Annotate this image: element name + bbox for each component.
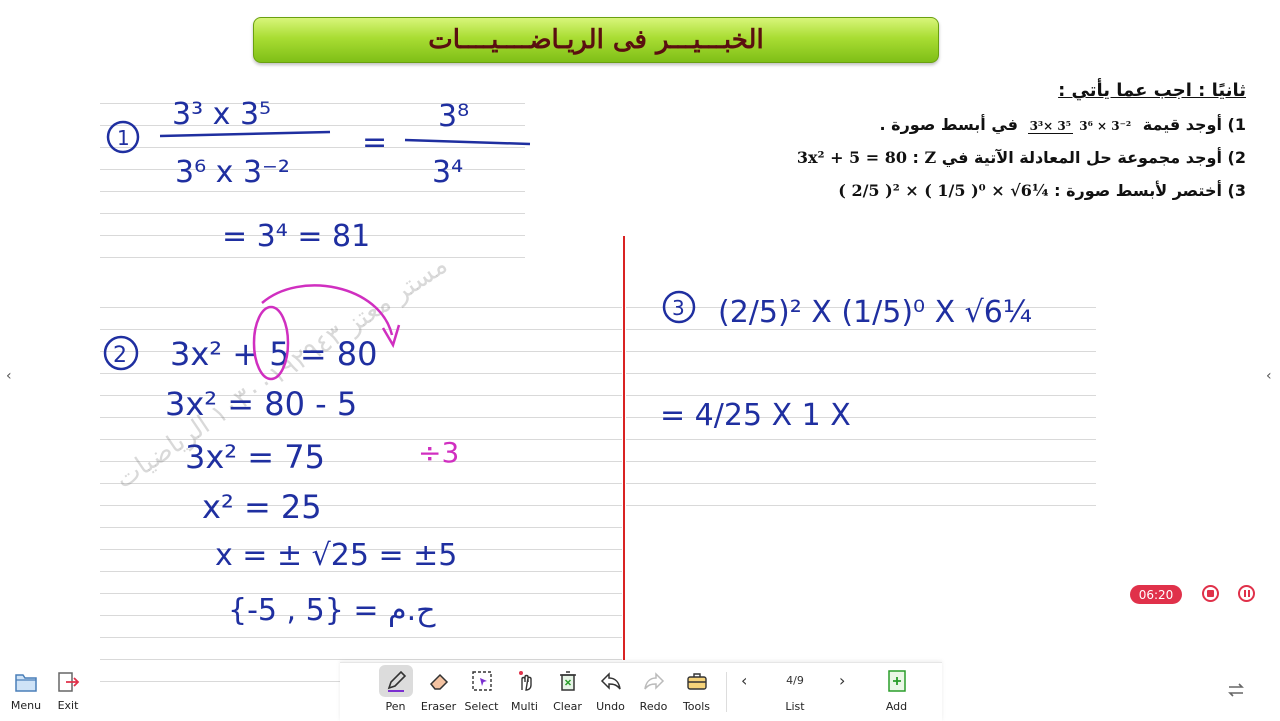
sol1-rhs-denominator: 3⁴	[432, 155, 463, 190]
move-arrow	[261, 284, 394, 336]
select-label: Select	[464, 700, 499, 713]
sol1-denominator: 3⁶ x 3⁻²	[175, 155, 290, 190]
eraser-button[interactable]: Eraser	[417, 665, 460, 719]
folder-icon	[15, 674, 37, 692]
add-page-button[interactable]: Add	[875, 665, 918, 719]
stop-icon	[1207, 590, 1214, 597]
sol2-line-1: 3x² + 5 = 80	[170, 335, 378, 373]
tools-button[interactable]: Tools	[675, 665, 718, 719]
sol2-line-6: {-5 , 5} = ح.م	[228, 593, 436, 628]
sol1-result: = 3⁴ = 81	[222, 219, 370, 254]
eraser-icon	[429, 673, 448, 690]
trash-icon	[559, 671, 576, 691]
tools-label: Tools	[682, 700, 711, 713]
sol2-line-5: x = ± √25 = ±5	[215, 538, 457, 573]
multi-label: Multi	[511, 700, 538, 713]
right-edge-chevron-icon[interactable]: ‹	[1266, 368, 1272, 384]
sol1-number: 1	[117, 126, 130, 150]
clear-label: Clear	[553, 700, 582, 713]
sol1-equals: =	[362, 125, 387, 160]
undo-icon	[600, 672, 621, 690]
sol2-number: 2	[113, 343, 127, 368]
sol3-line-1: (2/5)² X (1/5)⁰ X √6¼	[718, 295, 1032, 330]
toolbox-icon	[686, 673, 707, 690]
sol2-divide-note: ÷3	[418, 436, 459, 469]
bottom-toolbar: Pen Eraser Select Multi Clear Undo Redo	[340, 662, 942, 721]
sol2-line-3: 3x² = 75	[185, 438, 325, 476]
select-button[interactable]: Select	[460, 665, 503, 719]
redo-label: Redo	[639, 700, 668, 713]
undo-label: Undo	[596, 700, 625, 713]
redo-button[interactable]: Redo	[632, 665, 675, 719]
recording-timer: 06:20	[1130, 585, 1182, 604]
next-page-button[interactable]: ›	[839, 671, 845, 690]
swap-position-icon[interactable]	[1226, 680, 1246, 700]
page-count: 4/9	[786, 674, 804, 687]
stop-record-button[interactable]	[1202, 585, 1219, 602]
eraser-label: Eraser	[420, 700, 457, 713]
sol2-line-4: x² = 25	[202, 488, 322, 526]
sol3-number: 3	[672, 296, 685, 320]
menu-button[interactable]: Menu	[6, 664, 46, 718]
pen-label: Pen	[385, 700, 406, 713]
pen-icon	[387, 670, 406, 692]
handwriting-layer: 1 3³ x 3⁵ 3⁶ x 3⁻² = 3⁸ 3⁴ = 3⁴ = 81 2 3…	[103, 97, 1032, 628]
exit-icon	[58, 672, 80, 692]
left-edge-chevron-icon[interactable]: ‹	[6, 368, 12, 384]
pause-record-button[interactable]	[1238, 585, 1255, 602]
sol2-line-2: 3x² = 80 - 5	[165, 385, 357, 423]
multi-button[interactable]: Multi	[503, 665, 546, 719]
multi-touch-icon	[518, 671, 532, 691]
clear-button[interactable]: Clear	[546, 665, 589, 719]
add-page-icon	[887, 670, 906, 692]
undo-button[interactable]: Undo	[589, 665, 632, 719]
list-button[interactable]: List	[735, 700, 855, 713]
menu-label: Menu	[10, 699, 42, 712]
pen-button[interactable]: Pen	[374, 665, 417, 719]
pause-icon	[1243, 590, 1250, 597]
page-navigator: ‹ 4/9 › List	[735, 665, 855, 719]
sol1-numerator: 3³ x 3⁵	[172, 97, 271, 132]
exit-button[interactable]: Exit	[48, 664, 88, 718]
select-icon	[471, 671, 492, 691]
toolbar-separator	[726, 672, 727, 712]
sol3-line-2: = 4/25 X 1 X	[660, 398, 851, 433]
sol1-rhs-numerator: 3⁸	[438, 99, 469, 134]
redo-icon	[643, 672, 664, 690]
exit-label: Exit	[57, 699, 79, 712]
add-label: Add	[885, 700, 908, 713]
